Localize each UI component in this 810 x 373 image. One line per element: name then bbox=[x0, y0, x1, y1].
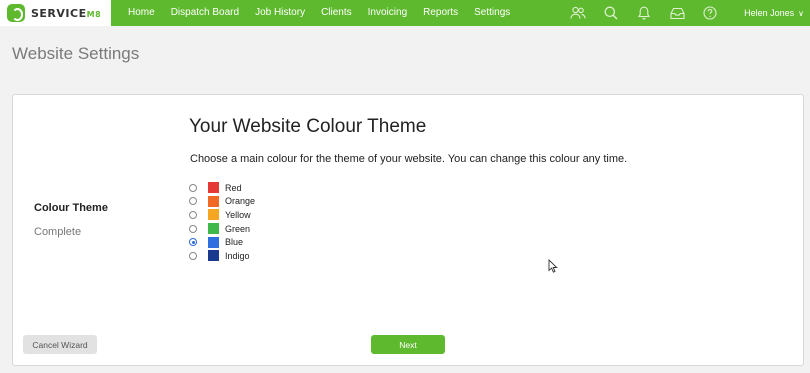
step-status: Complete bbox=[34, 226, 82, 238]
colour-swatch bbox=[208, 182, 219, 194]
colour-option-green[interactable]: Green bbox=[189, 222, 255, 236]
logo-text: SERVICEM8 bbox=[31, 6, 102, 20]
bell-icon[interactable] bbox=[636, 5, 652, 21]
user-name: Helen Jones bbox=[744, 8, 795, 18]
colour-option-label: Red bbox=[225, 182, 242, 193]
nav-icon-group bbox=[570, 0, 735, 26]
colour-option-label: Blue bbox=[225, 237, 244, 248]
main-nav: Home Dispatch Board Job History Clients … bbox=[120, 0, 518, 26]
mouse-cursor-icon bbox=[548, 259, 558, 273]
cancel-wizard-button[interactable]: Cancel Wizard bbox=[23, 335, 97, 354]
colour-option-label: Yellow bbox=[225, 209, 251, 220]
radio-button[interactable] bbox=[189, 238, 197, 247]
radio-button[interactable] bbox=[189, 183, 197, 192]
colour-option-label: Indigo bbox=[225, 250, 250, 261]
colour-option-indigo[interactable]: Indigo bbox=[189, 249, 255, 263]
nav-clients[interactable]: Clients bbox=[313, 0, 360, 26]
colour-option-blue[interactable]: Blue bbox=[189, 235, 255, 249]
radio-button[interactable] bbox=[189, 224, 197, 233]
nav-reports[interactable]: Reports bbox=[415, 0, 466, 26]
nav-home[interactable]: Home bbox=[120, 0, 163, 26]
section-heading: Your Website Colour Theme bbox=[189, 116, 427, 137]
colour-swatch bbox=[208, 209, 219, 221]
logo-icon bbox=[7, 4, 25, 22]
radio-button[interactable] bbox=[189, 210, 197, 219]
next-button[interactable]: Next bbox=[371, 335, 445, 354]
colour-option-label: Orange bbox=[225, 196, 256, 207]
colour-swatch bbox=[208, 195, 219, 207]
help-icon[interactable] bbox=[702, 5, 718, 21]
chevron-down-icon: ∨ bbox=[798, 8, 804, 18]
section-description: Choose a main colour for the theme of yo… bbox=[190, 153, 628, 165]
nav-invoicing[interactable]: Invoicing bbox=[360, 0, 415, 26]
colour-option-yellow[interactable]: Yellow bbox=[189, 208, 255, 222]
page-title: Website Settings bbox=[12, 44, 140, 63]
colour-option-orange[interactable]: Orange bbox=[189, 195, 255, 209]
radio-button[interactable] bbox=[189, 197, 197, 206]
wizard-card: Colour Theme Complete Your Website Colou… bbox=[12, 94, 804, 366]
top-navigation-bar: SERVICEM8 Home Dispatch Board Job Histor… bbox=[0, 0, 810, 26]
radio-button[interactable] bbox=[189, 251, 197, 260]
search-icon[interactable] bbox=[603, 5, 619, 21]
nav-job-history[interactable]: Job History bbox=[247, 0, 313, 26]
nav-dispatch-board[interactable]: Dispatch Board bbox=[163, 0, 247, 26]
colour-swatch bbox=[208, 250, 219, 262]
servicem8-logo[interactable]: SERVICEM8 bbox=[0, 0, 111, 26]
colour-swatch bbox=[208, 223, 219, 235]
colour-option-label: Green bbox=[225, 223, 251, 234]
nav-settings[interactable]: Settings bbox=[466, 0, 518, 26]
inbox-icon[interactable] bbox=[669, 5, 685, 21]
step-title: Colour Theme bbox=[34, 202, 108, 214]
colour-options: Red Orange Yellow Green Blue Indigo bbox=[189, 181, 255, 263]
colour-swatch bbox=[208, 236, 219, 248]
colour-option-red[interactable]: Red bbox=[189, 181, 255, 195]
people-icon[interactable] bbox=[570, 5, 586, 21]
user-menu[interactable]: Helen Jones ∨ bbox=[744, 0, 804, 26]
